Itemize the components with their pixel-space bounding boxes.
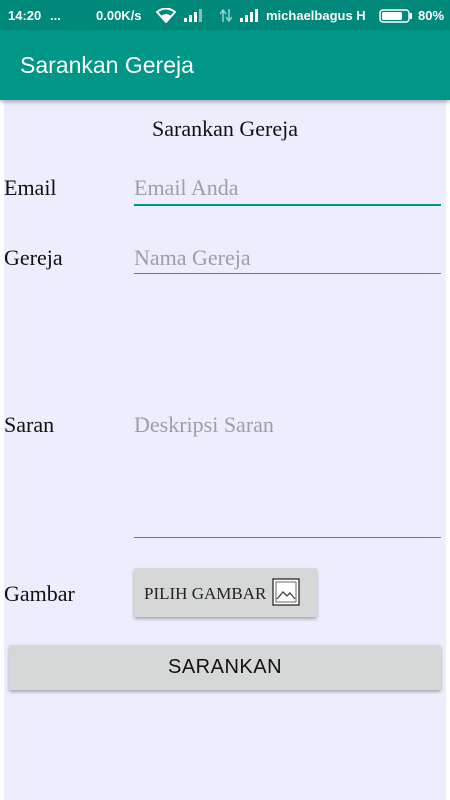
- email-underline: [134, 204, 441, 206]
- church-underline: [134, 273, 441, 274]
- status-carrier: michaelbagus H: [266, 8, 366, 23]
- status-time: 14:20: [8, 8, 42, 23]
- email-placeholder: Email Anda: [134, 175, 239, 200]
- app-bar-title: Sarankan Gereja: [20, 52, 194, 78]
- suggestion-label: Saran: [4, 412, 55, 437]
- signal-icon: [240, 9, 258, 22]
- church-placeholder: Nama Gereja: [134, 245, 251, 270]
- suggestion-field[interactable]: Deskripsi Saran: [134, 309, 441, 540]
- form-heading: Sarankan Gereja: [152, 116, 298, 141]
- data-arrows-icon: [220, 9, 232, 22]
- suggestion-placeholder: Deskripsi Saran: [134, 412, 274, 437]
- image-label: Gambar: [4, 581, 75, 606]
- pick-image-button[interactable]: PILIH GAMBAR: [134, 568, 317, 617]
- image-icon: [272, 578, 300, 606]
- status-battery-percent: 80%: [418, 8, 445, 23]
- signal-icon: [184, 9, 202, 22]
- suggest-church-form: Sarankan Gereja Email Email Anda Gereja …: [4, 100, 446, 800]
- pick-image-button-label: PILIH GAMBAR: [144, 584, 267, 603]
- status-notification-dots: ...: [50, 8, 61, 23]
- submit-button[interactable]: SARANKAN: [9, 645, 441, 690]
- church-name-field[interactable]: Nama Gereja: [134, 242, 441, 278]
- wifi-icon: [156, 8, 176, 23]
- church-label: Gereja: [4, 245, 63, 270]
- status-network-speed: 0.00K/s: [96, 8, 142, 23]
- app-bar: Sarankan Gereja: [0, 30, 450, 100]
- battery-icon: [379, 9, 412, 23]
- email-field[interactable]: Email Anda: [134, 172, 441, 208]
- email-label: Email: [4, 175, 57, 200]
- suggestion-underline: [134, 537, 441, 538]
- status-bar: 14:20 ... 0.00K/s michaelbagus H 80%: [0, 0, 450, 30]
